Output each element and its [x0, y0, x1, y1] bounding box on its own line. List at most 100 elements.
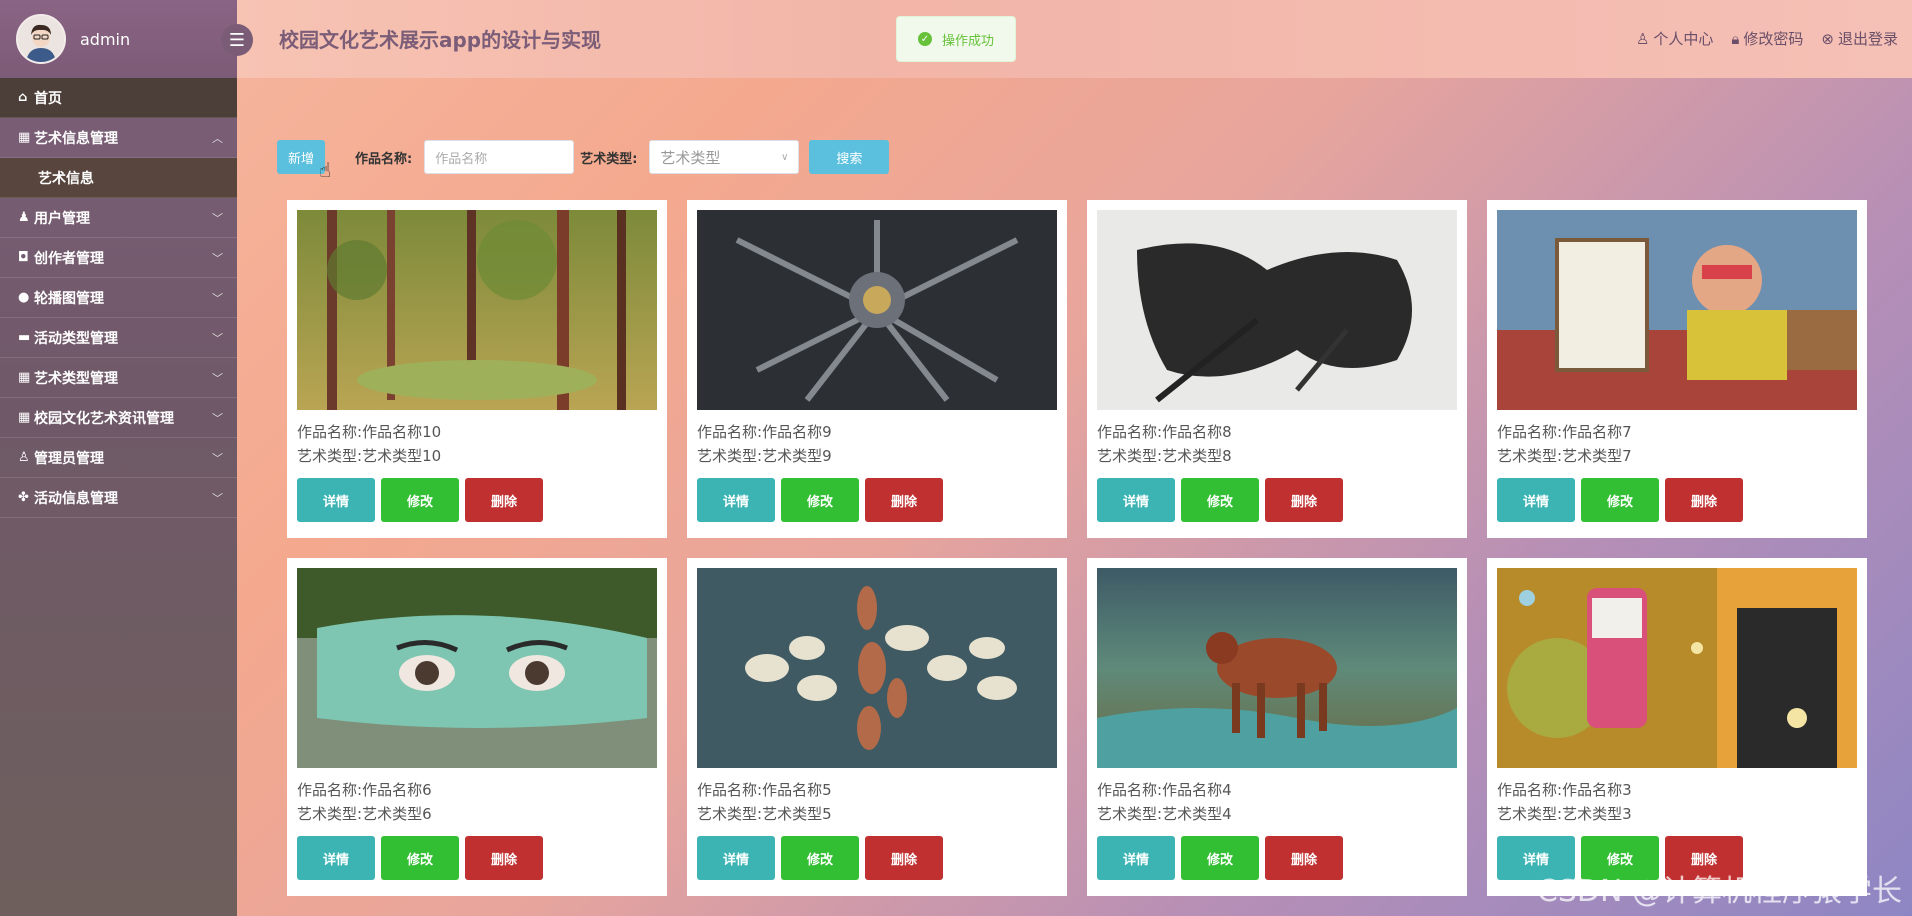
sidebar-menu: ⌂ 首页 ▦ 艺术信息管理 ︿ 艺术信息 ♟ 用户管理 ﹀ ◘ 创作者管理 ﹀ ● 轮播图管理 ﹀ ▬ 活动类型… — [0, 78, 237, 518]
delete-button[interactable]: 删除 — [865, 836, 943, 880]
artwork-image[interactable] — [697, 568, 1057, 768]
card-info: 作品名称:作品名称4 艺术类型:艺术类型4 — [1097, 778, 1457, 826]
circle-icon: ● — [18, 290, 30, 305]
sidebar-item[interactable]: ● 轮播图管理 ﹀ — [0, 278, 237, 318]
artwork-name-row: 作品名称:作品名称4 — [1097, 781, 1232, 799]
users-icon: ♟ — [18, 210, 30, 225]
edit-button[interactable]: 修改 — [781, 836, 859, 880]
detail-button[interactable]: 详情 — [1097, 836, 1175, 880]
chevron-down-icon: ﹀ — [212, 451, 223, 465]
delete-button[interactable]: 删除 — [865, 478, 943, 522]
sidebar-item[interactable]: ♙ 管理员管理 ﹀ — [0, 438, 237, 478]
grid-icon: ▦ — [18, 370, 31, 385]
success-toast: ✓ 操作成功 — [896, 16, 1016, 62]
artwork-type-row: 艺术类型:艺术类型4 — [1097, 805, 1232, 823]
sidebar-item[interactable]: ▦ 艺术类型管理 ﹀ — [0, 358, 237, 398]
delete-button[interactable]: 删除 — [1665, 478, 1743, 522]
search-button[interactable]: 搜索 — [809, 140, 890, 174]
sidebar-item[interactable]: ◘ 创作者管理 ﹀ — [0, 238, 237, 278]
detail-button[interactable]: 详情 — [697, 478, 775, 522]
sidebar-item[interactable]: ⌂ 首页 — [0, 78, 237, 118]
box-icon: ◘ — [18, 250, 29, 265]
artwork-image[interactable] — [1097, 210, 1457, 410]
edit-button[interactable]: 修改 — [1181, 478, 1259, 522]
card-actions: 详情 修改 删除 — [297, 836, 657, 880]
artwork-type-row: 艺术类型:艺术类型10 — [297, 447, 442, 465]
delete-button[interactable]: 删除 — [1265, 836, 1343, 880]
card-info: 作品名称:作品名称9 艺术类型:艺术类型9 — [697, 420, 1057, 468]
chevron-down-icon: ﹀ — [212, 251, 223, 265]
delete-button[interactable]: 删除 — [465, 478, 543, 522]
home-icon: ⌂ — [18, 90, 28, 105]
edit-button[interactable]: 修改 — [381, 478, 459, 522]
card-actions: 详情 修改 删除 — [1097, 478, 1457, 522]
artwork-name-row: 作品名称:作品名称7 — [1497, 423, 1632, 441]
edit-button[interactable]: 修改 — [381, 836, 459, 880]
sidebar-item[interactable]: ✤ 活动信息管理 ﹀ — [0, 478, 237, 518]
chevron-down-icon: ﹀ — [212, 411, 223, 425]
edit-button[interactable]: 修改 — [781, 478, 859, 522]
edit-button[interactable]: 修改 — [1181, 836, 1259, 880]
cursor-icon: ☝ — [319, 158, 332, 182]
artwork-name: 作品名称4 — [1162, 781, 1232, 799]
artwork-name-row: 作品名称:作品名称8 — [1097, 423, 1232, 441]
chevron-down-icon: ﹀ — [212, 331, 223, 345]
chevron-down-icon: ﹀ — [212, 371, 223, 385]
profile-link[interactable]: ♙ 个人中心 — [1636, 28, 1713, 49]
card-actions: 详情 修改 删除 — [297, 478, 657, 522]
artwork-name: 作品名称8 — [1162, 423, 1232, 441]
sidebar-item-label: 创作者管理 — [34, 250, 104, 267]
sidebar-subitem[interactable]: 艺术信息 — [0, 158, 237, 198]
artwork-image[interactable] — [297, 568, 657, 768]
artwork-card: 作品名称:作品名称8 艺术类型:艺术类型8 详情 修改 删除 — [1087, 200, 1467, 538]
sidebar-item[interactable]: ▦ 艺术信息管理 ︿ — [0, 118, 237, 158]
artwork-name: 作品名称9 — [762, 423, 832, 441]
type-select[interactable]: 艺术类型 ∨ — [649, 140, 800, 174]
watermark: CSDN @计算机程序猿学长 — [1536, 874, 1902, 909]
chevron-down-icon: ∨ — [781, 151, 789, 163]
artwork-image[interactable] — [1497, 210, 1857, 410]
card-actions: 详情 修改 删除 — [1497, 478, 1857, 522]
sidebar-item-label: 活动类型管理 — [34, 330, 118, 347]
card-info: 作品名称:作品名称6 艺术类型:艺术类型6 — [297, 778, 657, 826]
artwork-type: 艺术类型4 — [1162, 805, 1232, 823]
change-password-link[interactable]: 🔒︎ 修改密码 — [1731, 28, 1803, 49]
artwork-card: 作品名称:作品名称4 艺术类型:艺术类型4 详情 修改 删除 — [1087, 558, 1467, 896]
artwork-image[interactable] — [697, 210, 1057, 410]
sidebar-item[interactable]: ▦ 校园文化艺术资讯管理 ﹀ — [0, 398, 237, 438]
artwork-image[interactable] — [1497, 568, 1857, 768]
card-actions: 详情 修改 删除 — [1097, 836, 1457, 880]
edit-button[interactable]: 修改 — [1581, 478, 1659, 522]
sidebar-item[interactable]: ♟ 用户管理 ﹀ — [0, 198, 237, 238]
artwork-name-row: 作品名称:作品名称10 — [297, 423, 442, 441]
artwork-card: 作品名称:作品名称5 艺术类型:艺术类型5 详情 修改 删除 — [687, 558, 1067, 896]
artwork-name: 作品名称7 — [1562, 423, 1632, 441]
artwork-name: 作品名称10 — [362, 423, 442, 441]
avatar[interactable] — [16, 14, 66, 64]
name-search-input[interactable]: 作品名称 — [424, 140, 575, 174]
detail-button[interactable]: 详情 — [1097, 478, 1175, 522]
detail-button[interactable]: 详情 — [697, 836, 775, 880]
delete-button[interactable]: 删除 — [465, 836, 543, 880]
artwork-name-row: 作品名称:作品名称9 — [697, 423, 832, 441]
delete-button[interactable]: 删除 — [1265, 478, 1343, 522]
artwork-image[interactable] — [1097, 568, 1457, 768]
search-bar: 新增 ☝ 作品名称: 作品名称 艺术类型: 艺术类型 ∨ 搜索 — [277, 140, 890, 182]
logout-link[interactable]: ⊗ 退出登录 — [1821, 28, 1898, 49]
chevron-up-icon: ︿ — [212, 131, 223, 145]
detail-button[interactable]: 详情 — [1497, 478, 1575, 522]
artwork-image[interactable] — [297, 210, 657, 410]
user-icon: ♙ — [1635, 30, 1650, 48]
name-label: 作品名称: — [355, 151, 413, 167]
artwork-type-row: 艺术类型:艺术类型7 — [1497, 447, 1632, 465]
card-actions: 详情 修改 删除 — [697, 836, 1057, 880]
menu-toggle-icon[interactable]: ☰ — [221, 24, 253, 56]
logout-icon: ⊗ — [1821, 30, 1834, 48]
top-links: ♙ 个人中心 🔒︎ 修改密码 ⊗ 退出登录 — [1636, 28, 1898, 49]
sidebar-item[interactable]: ▬ 活动类型管理 ﹀ — [0, 318, 237, 358]
add-button[interactable]: 新增 ☝ — [277, 140, 331, 182]
sidebar-item-label: 管理员管理 — [34, 450, 104, 467]
sidebar-item-label: 首页 — [34, 90, 62, 107]
detail-button[interactable]: 详情 — [297, 836, 375, 880]
detail-button[interactable]: 详情 — [297, 478, 375, 522]
